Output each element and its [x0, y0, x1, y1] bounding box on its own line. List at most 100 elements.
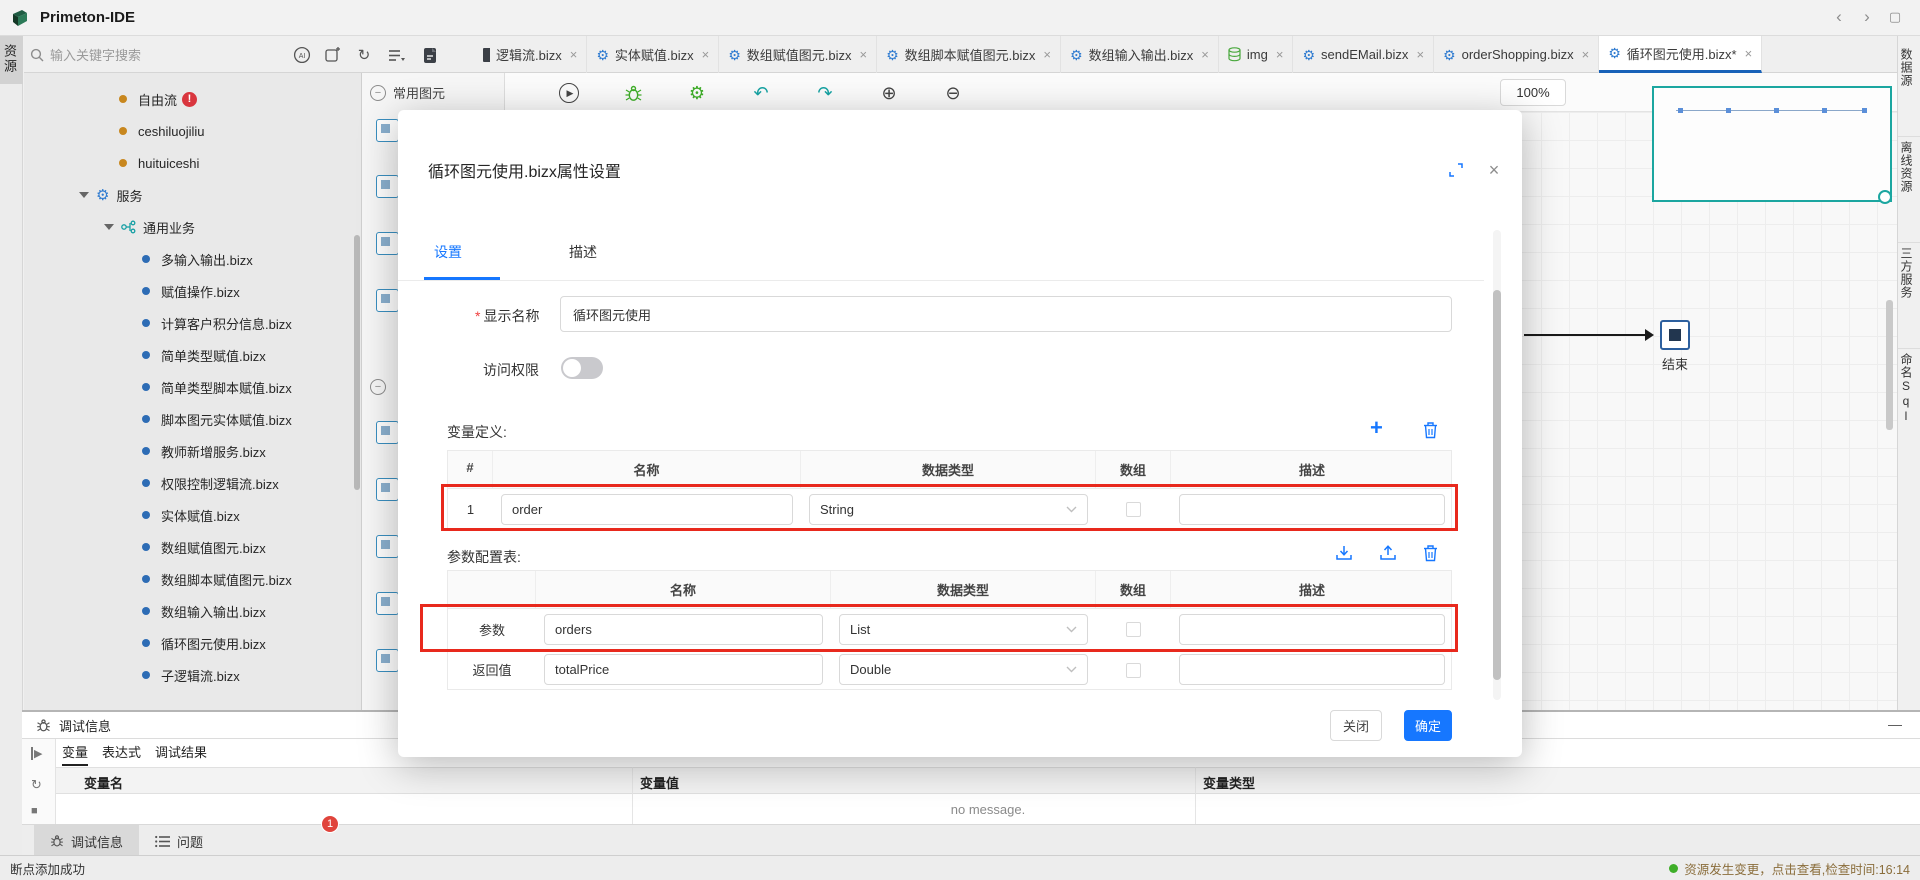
sidebar-scrollbar[interactable] [354, 235, 360, 490]
zoom-in-icon[interactable]: ⊕ [877, 81, 901, 105]
tree-item-bizx-file[interactable]: 计算客户积分信息.bizx [24, 307, 361, 339]
param-type-select[interactable]: List [839, 614, 1088, 645]
tree-item-huituiceshi[interactable]: huituiceshi [24, 147, 361, 179]
access-permission-toggle[interactable] [561, 357, 603, 379]
resource-change-notice[interactable]: 资源发生变更，点击查看,检查时间:16:14 [1669, 859, 1910, 878]
return-name-input[interactable] [544, 654, 823, 685]
export-doc-icon[interactable] [420, 45, 440, 65]
tree-item-bizx-file[interactable]: 多输入输出.bizx [24, 243, 361, 275]
tree-item-bizx-file[interactable]: 数组脚本赋值图元.bizx [24, 563, 361, 595]
tab-entity-assign[interactable]: ⚙ 实体赋值.bizx × [587, 36, 719, 73]
tab-loop-element-usage[interactable]: ⚙ 循环图元使用.bizx* × [1599, 36, 1762, 73]
tree-item-bizx-file[interactable]: 权限控制逻辑流.bizx [24, 467, 361, 499]
tree-item-bizx-file[interactable]: 教师新增服务.bizx [24, 435, 361, 467]
dialog-tab-description[interactable]: 描述 [569, 242, 597, 262]
tab-logic-flow[interactable]: 逻辑流.bizx × [474, 36, 587, 73]
close-icon[interactable]: × [702, 47, 710, 62]
close-icon[interactable]: × [1745, 46, 1753, 61]
sidebar-search[interactable] [30, 44, 250, 66]
tree-item-services[interactable]: ⚙服务 [24, 179, 361, 211]
new-element-icon[interactable] [322, 45, 342, 65]
dialog-scrollbar-thumb[interactable] [1493, 290, 1501, 680]
tree-item-common-business[interactable]: 通用业务 [24, 211, 361, 243]
tree-item-bizx-file[interactable]: 循环图元使用.bizx [24, 627, 361, 659]
delete-variable-icon[interactable] [1420, 420, 1440, 440]
tree-item-bizx-file[interactable]: 数组输入输出.bizx [24, 595, 361, 627]
array-checkbox[interactable] [1126, 663, 1141, 678]
tab-array-script-assign[interactable]: ⚙ 数组脚本赋值图元.bizx × [877, 36, 1061, 73]
refresh-icon[interactable]: ↻ [31, 777, 42, 793]
variable-type-select[interactable]: String [809, 494, 1088, 525]
palette-item-icon[interactable] [376, 175, 399, 198]
tree-item-bizx-file[interactable]: 赋值操作.bizx [24, 275, 361, 307]
sort-list-icon[interactable] [386, 45, 406, 65]
palette-item-icon[interactable] [376, 649, 399, 672]
palette-item-icon[interactable] [376, 535, 399, 558]
minimize-panel-icon[interactable]: — [1888, 716, 1902, 732]
param-desc-input[interactable] [1179, 614, 1445, 645]
right-tab-third-party[interactable]: 三方服务 [1898, 242, 1920, 299]
zoom-out-icon[interactable]: ⊖ [941, 81, 965, 105]
right-tab-offline-resources[interactable]: 离线资源 [1898, 136, 1920, 193]
array-checkbox[interactable] [1126, 502, 1141, 517]
debug-bug-icon[interactable] [621, 81, 645, 105]
debug-tab-variables[interactable]: 变量 [62, 742, 88, 766]
palette-item-icon[interactable] [376, 421, 399, 444]
palette-item-icon[interactable] [376, 592, 399, 615]
tree-item-bizx-file[interactable]: 数组赋值图元.bizx [24, 531, 361, 563]
redo-icon[interactable]: ↷ [813, 81, 837, 105]
delete-param-icon[interactable] [1420, 543, 1440, 563]
tab-img[interactable]: img × [1219, 36, 1294, 73]
add-variable-icon[interactable]: + [1370, 418, 1383, 438]
fullscreen-icon[interactable] [1446, 160, 1466, 180]
debug-settings-icon[interactable]: ⚙ [685, 81, 709, 105]
tree-item-ceshiluojiliu[interactable]: ceshiluojiliu [24, 115, 361, 147]
close-icon[interactable]: × [1201, 47, 1209, 62]
step-over-icon[interactable]: ▶ [31, 747, 42, 760]
minimap-resize-handle[interactable] [1878, 190, 1892, 204]
bottom-tab-issues[interactable]: 问题 1 [139, 825, 219, 858]
restore-window-icon[interactable]: ▢ [1884, 6, 1906, 28]
right-tab-datasource[interactable]: 数据源 [1898, 44, 1920, 87]
search-input[interactable] [50, 48, 220, 63]
variable-name-input[interactable] [501, 494, 793, 525]
array-checkbox[interactable] [1126, 622, 1141, 637]
return-type-select[interactable]: Double [839, 654, 1088, 685]
close-button[interactable]: 关闭 [1330, 710, 1382, 741]
end-node[interactable] [1660, 320, 1690, 350]
variable-desc-input[interactable] [1179, 494, 1445, 525]
nav-forward-icon[interactable]: › [1856, 6, 1878, 28]
stop-icon[interactable]: ■ [31, 805, 38, 817]
return-desc-input[interactable] [1179, 654, 1445, 685]
activity-tab-resources[interactable]: 资源 [0, 36, 23, 84]
tab-order-shopping[interactable]: ⚙ orderShopping.bizx × [1434, 36, 1599, 73]
run-icon[interactable]: ▶ [557, 81, 581, 105]
close-icon[interactable]: × [1582, 47, 1590, 62]
close-icon[interactable]: × [1276, 47, 1284, 62]
tab-send-email[interactable]: ⚙ sendEMail.bizx × [1293, 36, 1434, 73]
ai-assist-icon[interactable]: AI [292, 45, 312, 65]
dialog-tab-settings[interactable]: 设置 [434, 242, 462, 262]
refresh-icon[interactable]: ↻ [354, 45, 374, 65]
debug-tab-expressions[interactable]: 表达式 [102, 742, 141, 766]
bottom-tab-debug-info[interactable]: 调试信息 [34, 825, 139, 858]
tab-array-assign[interactable]: ⚙ 数组赋值图元.bizx × [719, 36, 877, 73]
confirm-button[interactable]: 确定 [1404, 710, 1452, 741]
minimap[interactable] [1652, 86, 1892, 202]
tree-item-bizx-file[interactable]: 实体赋值.bizx [24, 499, 361, 531]
tree-item-bizx-file[interactable]: 简单类型脚本赋值.bizx [24, 371, 361, 403]
collapse-section-icon[interactable]: − [370, 379, 386, 395]
close-icon[interactable]: × [1416, 47, 1424, 62]
tree-item-bizx-file[interactable]: 简单类型赋值.bizx [24, 339, 361, 371]
param-name-input[interactable] [544, 614, 823, 645]
undo-icon[interactable]: ↶ [749, 81, 773, 105]
palette-item-icon[interactable] [376, 478, 399, 501]
debug-tab-results[interactable]: 调试结果 [155, 742, 207, 766]
tree-item-free-flow[interactable]: 自由流! [24, 83, 361, 115]
nav-back-icon[interactable]: ‹ [1828, 6, 1850, 28]
tab-array-io[interactable]: ⚙ 数组输入输出.bizx × [1061, 36, 1219, 73]
close-icon[interactable]: × [570, 47, 578, 62]
display-name-input[interactable] [560, 296, 1452, 332]
tree-item-bizx-file[interactable]: 子逻辑流.bizx [24, 659, 361, 691]
right-tab-named-sql[interactable]: 命名Sql [1898, 348, 1920, 424]
